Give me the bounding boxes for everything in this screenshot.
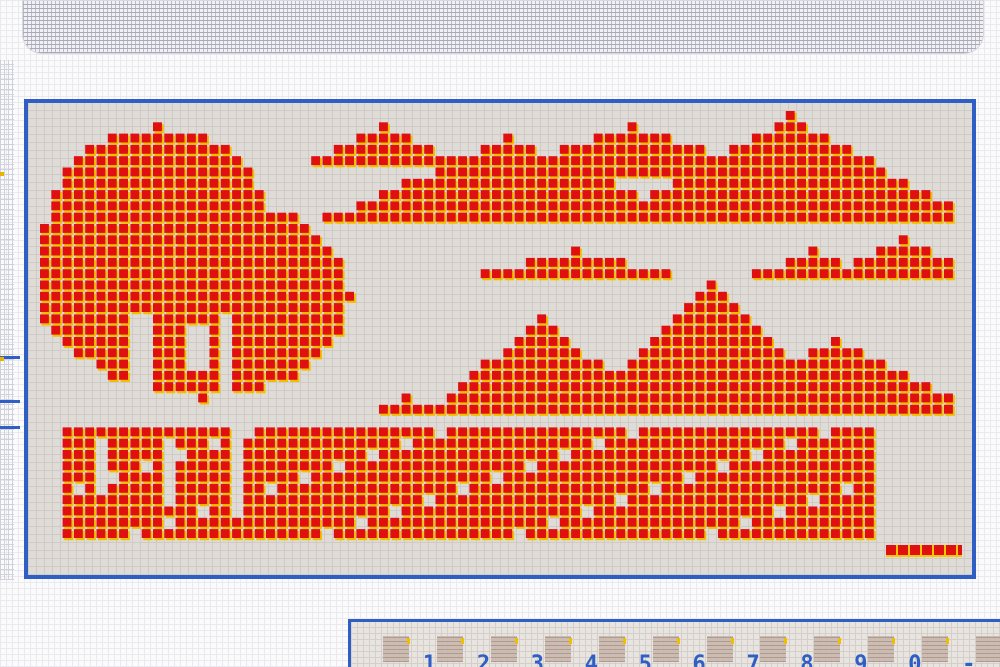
left-edge-marker (0, 426, 20, 429)
keypad-key-label: 5 (638, 652, 652, 667)
keypad-key-label: 3 (530, 652, 545, 667)
pixel-mosaic (28, 103, 972, 575)
keypad-key[interactable]: 1 (415, 636, 469, 667)
keypad-key-label: . (369, 652, 383, 667)
keypad-key[interactable]: . (361, 636, 415, 667)
left-edge-dot (0, 357, 4, 361)
left-edge-texture (0, 60, 14, 580)
left-edge-marker (0, 400, 20, 403)
keypad-key-label: 7 (746, 652, 760, 667)
keypad-key[interactable]: 4 (577, 636, 631, 667)
keypad-key-label: 6 (692, 652, 706, 667)
corner-red-bar (886, 545, 962, 557)
keypad-key[interactable]: 7 (738, 636, 792, 667)
keypad-key[interactable]: 3 (523, 636, 577, 667)
keypad-key[interactable]: 8 (792, 636, 846, 667)
keypad-key[interactable]: 2 (469, 636, 523, 667)
keypad-key-label: 8 (800, 652, 814, 667)
screen: . 1 2 3 4 5 6 7 8 9 0 - (0, 0, 1000, 667)
mosaic-panel (24, 99, 976, 579)
keypad-key[interactable]: 0 (900, 636, 954, 667)
mosaic-canvas (40, 111, 955, 541)
keypad-key-label: - (962, 652, 976, 667)
keypad-key[interactable]: 5 (631, 636, 685, 667)
keypad-key-label: 2 (476, 652, 491, 667)
keypad-key[interactable]: 6 (685, 636, 739, 667)
keypad-key[interactable]: - (954, 636, 1000, 667)
keypad-key-label: 0 (908, 652, 922, 667)
keypad-key[interactable]: 9 (846, 636, 900, 667)
keypad-key-label: 9 (854, 652, 868, 667)
top-banner (22, 0, 984, 54)
keypad-key-label: 1 (422, 652, 437, 667)
number-keypad: . 1 2 3 4 5 6 7 8 9 0 - (348, 619, 1000, 667)
left-edge-dot (0, 172, 4, 176)
keypad-key-label: 4 (584, 652, 598, 667)
